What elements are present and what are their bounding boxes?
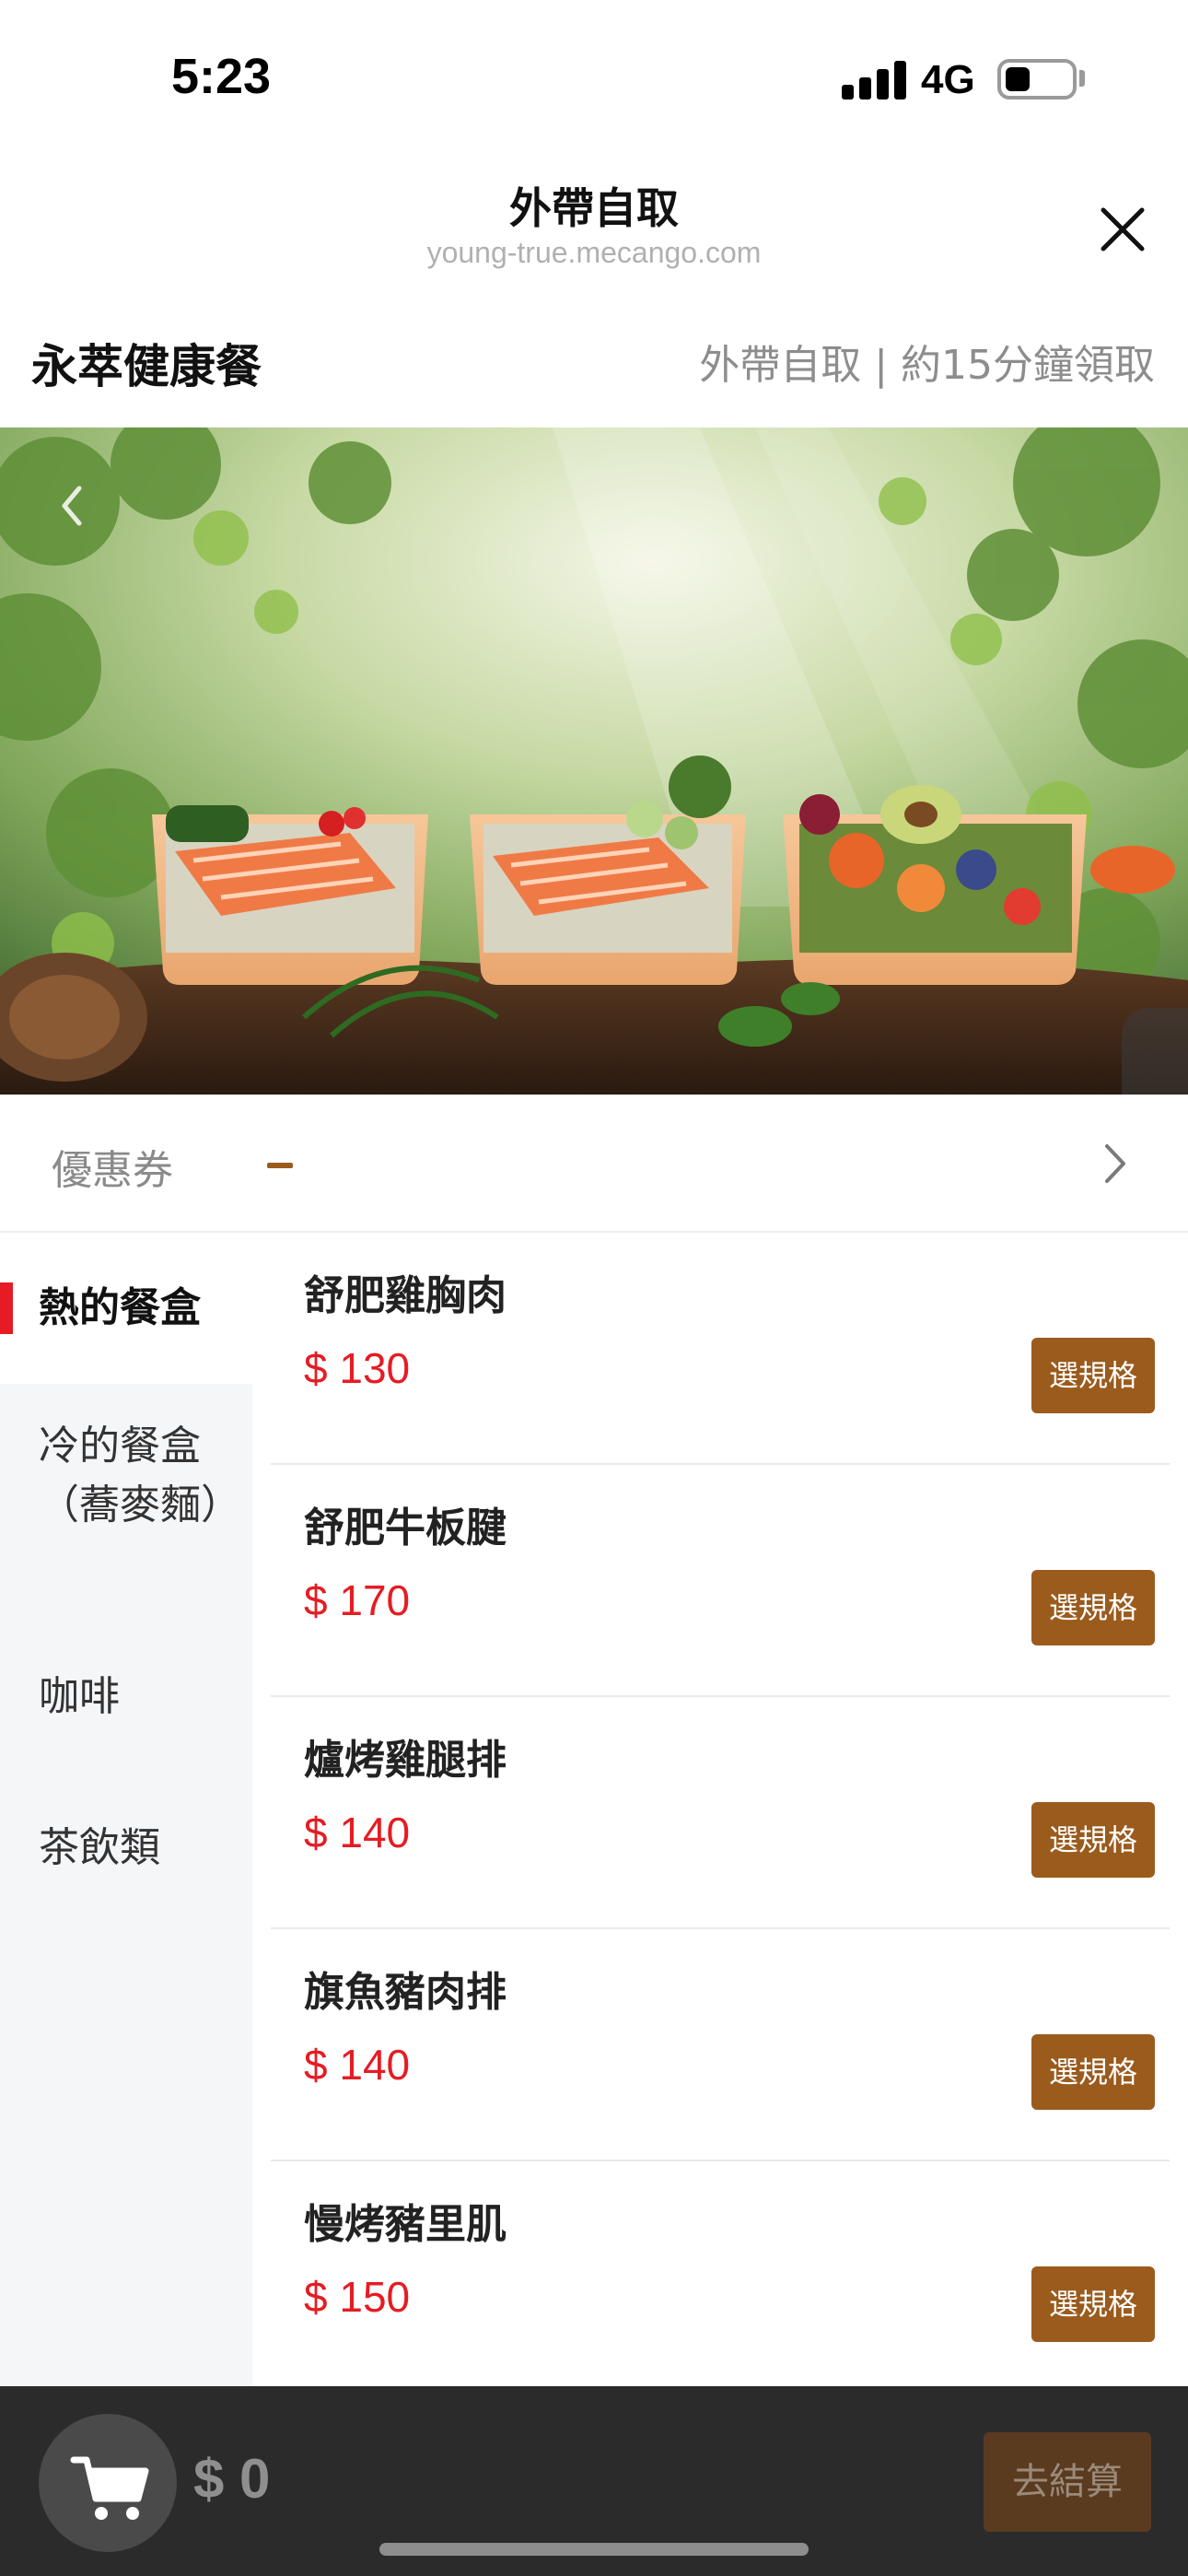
product-item[interactable]: 旗魚豬肉排 $ 140 選規格 (271, 1929, 1170, 2161)
product-name: 舒肥牛板腱 (304, 1505, 507, 1551)
network-label: 4G (921, 57, 975, 102)
close-icon[interactable] (1090, 197, 1155, 262)
nav-header: 外帶自取 young-true.mecango.com (0, 147, 1188, 295)
checkout-button[interactable]: 去結算 (984, 2432, 1151, 2532)
page-url: young-true.mecango.com (426, 236, 762, 269)
product-price: $ 170 (304, 1576, 411, 1624)
category-label: 冷的餐盒（蕎麥麵） (39, 1423, 241, 1528)
page-title: 外帶自取 (509, 183, 679, 233)
category-label: 咖啡 (39, 1673, 120, 1720)
category-coffee[interactable]: 咖啡 (0, 1622, 252, 1773)
category-label: 熱的餐盒 (39, 1284, 201, 1331)
product-item[interactable]: 慢烤豬里肌 $ 150 選規格 (271, 2161, 1170, 2394)
select-spec-button[interactable]: 選規格 (1031, 2266, 1155, 2342)
status-bar: 5:23 4G (0, 0, 1188, 147)
product-item[interactable]: 舒肥雞胸肉 $ 130 選規格 (271, 1233, 1170, 1465)
category-label: 茶飲類 (39, 1824, 160, 1871)
battery-icon (997, 59, 1077, 100)
side-drawer-tab[interactable] (1122, 1008, 1188, 1095)
category-hot-box[interactable]: 熱的餐盒 (0, 1233, 252, 1384)
banner-illustration (0, 427, 1188, 1095)
coupon-value (267, 1163, 293, 1168)
product-item[interactable]: 舒肥牛板腱 $ 170 選規格 (271, 1465, 1170, 1697)
product-name: 爐烤雞腿排 (304, 1737, 507, 1784)
signal-icon (842, 59, 906, 100)
store-name: 永萃健康餐 (31, 340, 262, 393)
cart-icon (70, 2456, 149, 2520)
chevron-left-icon[interactable] (48, 474, 94, 538)
cart-button[interactable] (39, 2414, 177, 2552)
product-price: $ 130 (304, 1344, 411, 1392)
store-header: 永萃健康餐 外帶自取 | 約15分鐘領取 (0, 295, 1188, 427)
select-spec-button[interactable]: 選規格 (1031, 2034, 1155, 2110)
cart-total: $ 0 (193, 2448, 271, 2510)
category-sidebar: 熱的餐盒 冷的餐盒（蕎麥麵） 咖啡 茶飲類 (0, 1233, 252, 2386)
product-list: 舒肥雞胸肉 $ 130 選規格 舒肥牛板腱 $ 170 選規格 爐烤雞腿排 $ … (252, 1233, 1188, 2386)
select-spec-button[interactable]: 選規格 (1031, 1570, 1155, 1645)
product-name: 舒肥雞胸肉 (304, 1272, 507, 1319)
product-price: $ 140 (304, 2041, 411, 2089)
chevron-right-icon (1105, 1144, 1125, 1183)
home-indicator (379, 2543, 809, 2556)
status-time: 5:23 (171, 49, 272, 104)
product-price: $ 140 (304, 1809, 411, 1856)
coupon-label: 優惠券 (52, 1147, 173, 1194)
pickup-info: 外帶自取 | 約15分鐘領取 (699, 342, 1155, 389)
product-price: $ 150 (304, 2273, 411, 2321)
category-tea[interactable]: 茶飲類 (0, 1773, 252, 1924)
banner-image (0, 427, 1188, 1095)
battery-tip (1079, 70, 1085, 87)
product-item[interactable]: 爐烤雞腿排 $ 140 選規格 (271, 1697, 1170, 1929)
coupon-row[interactable]: 優惠券 (0, 1095, 1188, 1233)
product-name: 旗魚豬肉排 (304, 1969, 507, 2016)
select-spec-button[interactable]: 選規格 (1031, 1802, 1155, 1878)
chevron-left-icon (1122, 1008, 1188, 1095)
product-name: 慢烤豬里肌 (304, 2201, 507, 2248)
category-cold-box[interactable]: 冷的餐盒（蕎麥麵） (0, 1384, 252, 1622)
select-spec-button[interactable]: 選規格 (1031, 1338, 1155, 1413)
